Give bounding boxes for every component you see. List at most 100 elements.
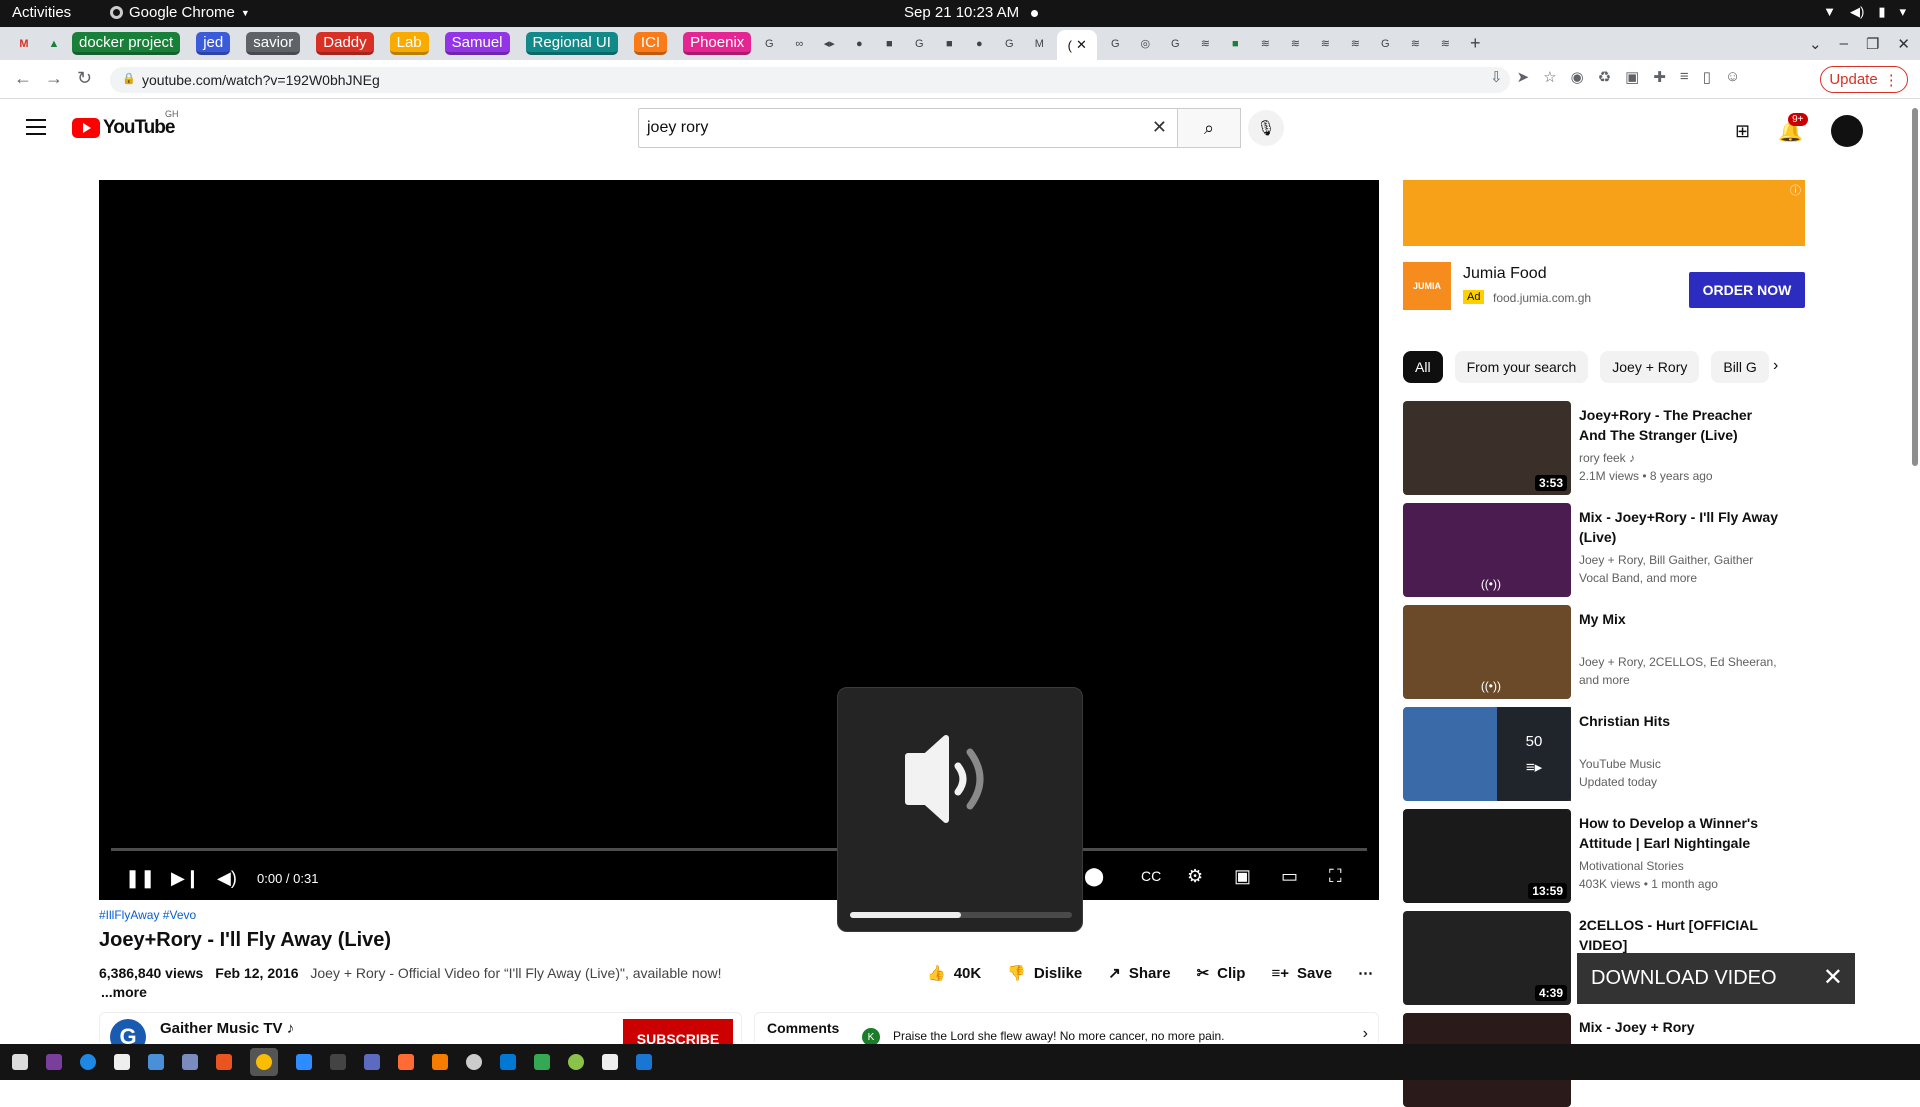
clear-search-icon[interactable]: ✕: [1152, 117, 1167, 138]
send-icon[interactable]: ➤: [1517, 68, 1530, 86]
clock[interactable]: Sep 21 10:23 AM: [904, 4, 1019, 21]
google-tab-icon[interactable]: G: [1163, 32, 1187, 56]
close-tab-icon[interactable]: ✕: [1076, 37, 1087, 53]
menu-icon[interactable]: [26, 119, 46, 135]
search-input[interactable]: joey rory ✕: [638, 108, 1178, 148]
tab-icon[interactable]: ≋: [1283, 32, 1307, 56]
drive-tab-icon[interactable]: ▲: [42, 32, 66, 56]
miniplayer-icon[interactable]: ▣: [1234, 866, 1251, 887]
tab-group[interactable]: Lab: [389, 32, 429, 55]
tab-group[interactable]: Daddy: [316, 32, 374, 55]
avatar[interactable]: [1831, 115, 1863, 147]
app-icon[interactable]: [114, 1054, 130, 1070]
close-icon[interactable]: ✕: [1823, 963, 1843, 992]
terminal-icon[interactable]: [330, 1054, 346, 1070]
more-actions-icon[interactable]: ⋯: [1358, 964, 1373, 982]
list-item[interactable]: 3:53 Joey+Rory - The Preacher And The Str…: [1403, 401, 1793, 495]
google-tab-icon[interactable]: G: [907, 32, 931, 56]
ad-banner[interactable]: ⓘ: [1403, 180, 1805, 246]
scrollbar[interactable]: [1912, 108, 1918, 466]
thumbnail[interactable]: 3:53: [1403, 401, 1571, 495]
list-item[interactable]: ((•)) My Mix Joey + Rory, 2CELLOS, Ed Shee…: [1403, 605, 1793, 699]
order-now-button[interactable]: ORDER NOW: [1689, 272, 1805, 308]
app-icon[interactable]: [12, 1054, 28, 1070]
thumbnail[interactable]: 50 ≡▸: [1403, 707, 1571, 801]
fullscreen-icon[interactable]: ⛶: [1329, 866, 1342, 887]
app-icon[interactable]: [432, 1054, 448, 1070]
extension-icon[interactable]: ▣: [1625, 68, 1639, 86]
download-video-banner[interactable]: DOWNLOAD VIDEO ✕: [1577, 953, 1855, 1004]
voice-search-button[interactable]: 🎙: [1248, 110, 1284, 146]
settings-icon[interactable]: ⚙: [1187, 866, 1203, 887]
files-icon[interactable]: [148, 1054, 164, 1070]
app-icon[interactable]: [636, 1054, 652, 1070]
install-icon[interactable]: ⇩: [1490, 68, 1503, 86]
thumbnail[interactable]: ((•)): [1403, 605, 1571, 699]
tab-icon[interactable]: ∞: [787, 32, 811, 56]
star-icon[interactable]: ☆: [1543, 68, 1556, 86]
tab-group[interactable]: savior: [246, 32, 301, 55]
lock-icon[interactable]: 🔒: [122, 72, 136, 85]
puzzle-icon[interactable]: ✚: [1653, 68, 1666, 86]
hashtags[interactable]: #IllFlyAway #Vevo: [99, 908, 1379, 922]
tab-group[interactable]: Regional UI: [525, 32, 618, 55]
comments-teaser[interactable]: Comments K Praise the Lord she flew away…: [754, 1012, 1379, 1046]
app-icon[interactable]: [398, 1054, 414, 1070]
chip[interactable]: Joey + Rory: [1600, 351, 1700, 383]
like-button[interactable]: 👍 40K: [927, 964, 981, 983]
address-bar[interactable]: 🔒 youtube.com/watch?v=192W0bhJNEg: [110, 67, 1510, 93]
thumbnail[interactable]: 13:59: [1403, 809, 1571, 903]
app-icon[interactable]: [568, 1054, 584, 1070]
tab-icon[interactable]: ■: [1223, 32, 1247, 56]
new-tab-button[interactable]: +: [1463, 32, 1487, 56]
tab-group[interactable]: Phoenix: [683, 32, 752, 55]
list-item[interactable]: 50 ≡▸ Christian Hits YouTube Music Updated t…: [1403, 707, 1793, 801]
advertiser-name[interactable]: Jumia Food: [1463, 265, 1547, 283]
dislike-button[interactable]: 👎 Dislike: [1007, 964, 1082, 983]
minimize-icon[interactable]: –: [1840, 35, 1848, 52]
reading-list-icon[interactable]: ≡: [1680, 68, 1689, 86]
tab-icon[interactable]: M: [1027, 32, 1051, 56]
app-icon[interactable]: [466, 1054, 482, 1070]
tab-group[interactable]: ICI: [633, 32, 668, 55]
app-icon[interactable]: [182, 1054, 198, 1070]
tab-icon[interactable]: ◎: [1133, 32, 1157, 56]
tab-icon[interactable]: ■: [877, 32, 901, 56]
share-button[interactable]: ↗ Share: [1108, 964, 1170, 983]
zoom-icon[interactable]: [296, 1054, 312, 1070]
search-button[interactable]: ⌕: [1177, 108, 1241, 148]
next-icon[interactable]: ▶❙: [171, 868, 200, 889]
activities-button[interactable]: Activities: [12, 4, 71, 21]
chip[interactable]: All: [1403, 351, 1443, 383]
tab-icon[interactable]: ●: [967, 32, 991, 56]
profile-icon[interactable]: ☺: [1725, 68, 1740, 86]
app-icon[interactable]: [534, 1054, 550, 1070]
volume-icon[interactable]: ◀): [217, 868, 237, 889]
youtube-logo[interactable]: YouTube GH: [72, 109, 179, 139]
chrome-taskbar-icon[interactable]: [250, 1048, 278, 1076]
reload-icon[interactable]: ↻: [77, 68, 92, 89]
captions-icon[interactable]: CC: [1141, 868, 1161, 884]
save-button[interactable]: ≡+ Save: [1271, 965, 1332, 982]
notifications-button[interactable]: 🔔 9+: [1778, 112, 1808, 144]
app-icon[interactable]: [46, 1054, 62, 1070]
tab-icon[interactable]: ●: [847, 32, 871, 56]
tab-icon[interactable]: ≋: [1313, 32, 1337, 56]
vscode-icon[interactable]: [500, 1054, 516, 1070]
thumbnail[interactable]: 4:39: [1403, 911, 1571, 1005]
thumbnail[interactable]: ((•)): [1403, 503, 1571, 597]
app-menu[interactable]: Google Chrome ▼: [110, 4, 250, 21]
back-icon[interactable]: ←: [14, 68, 32, 89]
tab-icon[interactable]: ■: [937, 32, 961, 56]
google-tab-icon[interactable]: G: [1103, 32, 1127, 56]
tab-active[interactable]: ( ✕: [1057, 30, 1098, 60]
app-icon[interactable]: [602, 1054, 618, 1070]
video-meta[interactable]: 6,386,840 views Feb 12, 2016 Joey + Rory…: [99, 965, 739, 981]
list-item[interactable]: 13:59 How to Develop a Winner's Attitude …: [1403, 809, 1793, 903]
close-window-icon[interactable]: ✕: [1897, 35, 1910, 53]
tab-icon[interactable]: ≋: [1343, 32, 1367, 56]
tab-icon[interactable]: ≋: [1253, 32, 1277, 56]
tab-icon[interactable]: ≋: [1193, 32, 1217, 56]
help-icon[interactable]: [80, 1054, 96, 1070]
tab-icon[interactable]: ◂▸: [817, 32, 841, 56]
